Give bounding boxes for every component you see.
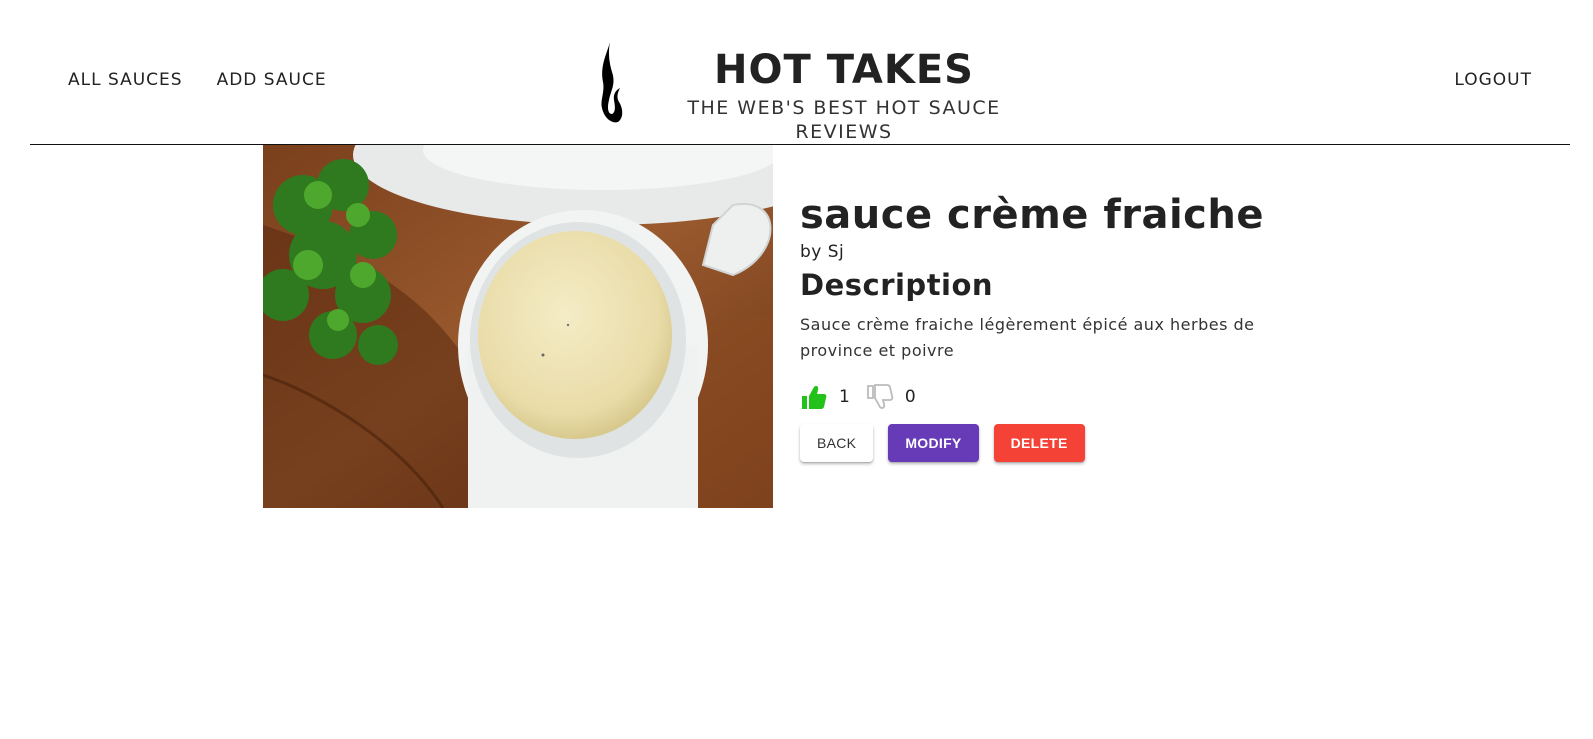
likes-row: 1 0 xyxy=(800,382,1320,412)
dislikes-count: 0 xyxy=(904,387,916,407)
site-title: HOT TAKES xyxy=(714,47,974,93)
nav-add-sauce[interactable]: ADD SAUCE xyxy=(217,70,327,90)
sauce-image xyxy=(263,145,773,508)
main-nav: ALL SAUCES ADD SAUCE xyxy=(68,70,327,90)
back-button[interactable]: BACK xyxy=(800,424,874,462)
site-tagline: THE WEB'S BEST HOT SAUCE REVIEWS xyxy=(687,97,1001,143)
nav-logout[interactable]: LOGOUT xyxy=(1454,70,1532,90)
description-heading: Description xyxy=(800,268,994,302)
sauce-photo xyxy=(263,145,773,508)
sauce-author: by Sj xyxy=(800,242,845,262)
flame-icon xyxy=(601,42,623,123)
likes-count: 1 xyxy=(839,387,850,407)
sauce-details: sauce crème fraiche by Sj Description Sa… xyxy=(800,190,1320,462)
thumbs-up-icon[interactable] xyxy=(800,383,828,411)
user-nav: LOGOUT xyxy=(1454,70,1532,90)
action-buttons: BACK MODIFY DELETE xyxy=(800,424,1320,462)
site-header: ALL SAUCES ADD SAUCE HOT TAKES THE WEB'S… xyxy=(30,0,1570,145)
sauce-name: sauce crème fraiche xyxy=(800,192,1264,238)
brand: HOT TAKES THE WEB'S BEST HOT SAUCE REVIE… xyxy=(570,38,1050,143)
delete-button[interactable]: DELETE xyxy=(993,424,1085,462)
sauce-description: Sauce crème fraiche légèrement épicé aux… xyxy=(800,315,1255,360)
thumbs-down-icon[interactable] xyxy=(866,383,894,411)
nav-all-sauces[interactable]: ALL SAUCES xyxy=(68,70,183,90)
modify-button[interactable]: MODIFY xyxy=(888,424,979,462)
